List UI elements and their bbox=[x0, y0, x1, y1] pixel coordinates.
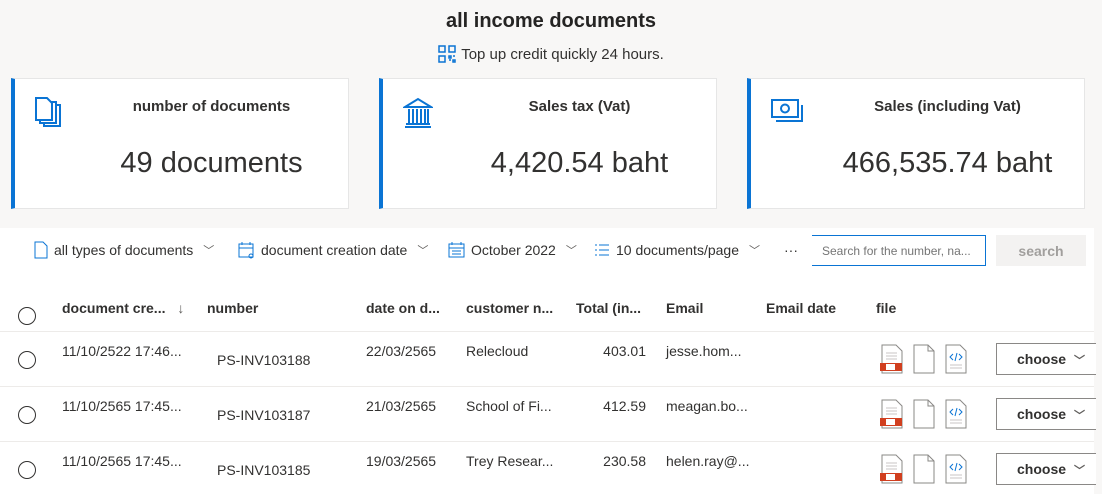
list-icon bbox=[595, 244, 609, 256]
page-size-label: 10 documents/page bbox=[616, 242, 739, 258]
cell-number[interactable]: PS-INV103185 bbox=[217, 462, 310, 478]
pdf-file-icon[interactable] bbox=[880, 454, 904, 484]
choose-label: choose bbox=[1017, 460, 1067, 477]
col-created[interactable]: document cre... ↓ bbox=[62, 300, 184, 316]
chevron-down-icon: ﹀ bbox=[1074, 354, 1086, 367]
row-select-radio[interactable] bbox=[18, 461, 36, 479]
xml-file-icon[interactable] bbox=[944, 399, 968, 429]
cell-date: 22/03/2565 bbox=[366, 343, 437, 359]
cell-email: jesse.hom... bbox=[666, 343, 742, 359]
cell-email: helen.ray@... bbox=[666, 453, 750, 469]
card-sales-total: Sales (including Vat) 466,535.74 baht bbox=[747, 78, 1085, 209]
doc-type-label: all types of documents bbox=[54, 242, 194, 258]
cell-date: 19/03/2565 bbox=[366, 453, 437, 469]
choose-action-dropdown[interactable]: choose ﹀ bbox=[996, 398, 1096, 430]
date-field-label: document creation date bbox=[261, 242, 408, 258]
chevron-down-icon: ﹀ bbox=[748, 245, 760, 257]
choose-label: choose bbox=[1017, 405, 1067, 422]
doc-type-filter[interactable]: all types of documents ﹀ bbox=[34, 240, 214, 260]
card-value: 466,535.74 baht bbox=[842, 147, 1053, 179]
cell-customer: Trey Resear... bbox=[466, 453, 554, 469]
choose-action-dropdown[interactable]: choose ﹀ bbox=[996, 343, 1096, 375]
chevron-down-icon: ﹀ bbox=[1074, 409, 1086, 422]
page-title: all income documents bbox=[445, 10, 657, 32]
chevron-down-icon: ﹀ bbox=[565, 245, 577, 257]
choose-action-dropdown[interactable]: choose ﹀ bbox=[996, 453, 1096, 485]
card-value: 49 documents bbox=[120, 147, 303, 179]
xml-file-icon[interactable] bbox=[944, 344, 968, 374]
cell-customer: School of Fi... bbox=[466, 398, 552, 414]
month-filter[interactable]: October 2022 ﹀ bbox=[448, 240, 577, 260]
choose-label: choose bbox=[1017, 350, 1067, 367]
col-email-date[interactable]: Email date bbox=[766, 300, 836, 316]
chevron-down-icon: ﹀ bbox=[417, 245, 429, 257]
col-total[interactable]: Total (in... bbox=[576, 300, 641, 316]
cell-total: 412.59 bbox=[603, 398, 646, 414]
pdf-file-icon[interactable] bbox=[880, 399, 904, 429]
card-label: Sales tax (Vat) bbox=[528, 98, 631, 115]
cell-created: 11/10/2565 17:45... bbox=[62, 398, 182, 414]
card-value: 4,420.54 baht bbox=[490, 147, 669, 179]
more-button[interactable]: ··· bbox=[784, 240, 798, 260]
select-all-radio[interactable] bbox=[18, 307, 36, 325]
chevron-down-icon: ﹀ bbox=[203, 245, 215, 257]
row-divider bbox=[0, 386, 1094, 387]
col-file: file bbox=[876, 300, 897, 316]
card-label: Sales (including Vat) bbox=[874, 98, 1021, 115]
chevron-down-icon: ﹀ bbox=[1074, 464, 1086, 477]
calendar-settings-icon bbox=[238, 242, 254, 259]
document-icon bbox=[34, 241, 48, 259]
topup-banner[interactable]: Top up credit quickly 24 hours. bbox=[0, 45, 1102, 63]
blank-file-icon[interactable] bbox=[912, 344, 936, 374]
search-input[interactable] bbox=[812, 235, 986, 266]
xml-file-icon[interactable] bbox=[944, 454, 968, 484]
col-number[interactable]: number bbox=[207, 300, 258, 316]
row-divider bbox=[0, 331, 1094, 332]
cell-total: 403.01 bbox=[603, 343, 646, 359]
date-field-filter[interactable]: document creation date ﹀ bbox=[238, 240, 428, 260]
cell-number[interactable]: PS-INV103187 bbox=[217, 407, 310, 423]
bank-icon bbox=[403, 97, 433, 128]
card-label: number of documents bbox=[132, 98, 291, 115]
calendar-icon bbox=[448, 242, 465, 258]
col-label: document cre... bbox=[62, 300, 166, 316]
blank-file-icon[interactable] bbox=[912, 399, 936, 429]
col-customer[interactable]: customer n... bbox=[466, 300, 553, 316]
cell-total: 230.58 bbox=[603, 453, 646, 469]
month-label: October 2022 bbox=[471, 242, 556, 258]
cell-number[interactable]: PS-INV103188 bbox=[217, 352, 310, 368]
card-sales-tax: Sales tax (Vat) 4,420.54 baht bbox=[379, 78, 717, 209]
col-email[interactable]: Email bbox=[666, 300, 703, 316]
cell-email: meagan.bo... bbox=[666, 398, 748, 414]
row-select-radio[interactable] bbox=[18, 406, 36, 424]
row-select-radio[interactable] bbox=[18, 351, 36, 369]
card-document-count: number of documents 49 documents bbox=[11, 78, 349, 209]
cell-created: 11/10/2565 17:45... bbox=[62, 453, 182, 469]
page-size-filter[interactable]: 10 documents/page ﹀ bbox=[594, 240, 760, 260]
topup-text: Top up credit quickly 24 hours. bbox=[461, 45, 664, 63]
blank-file-icon[interactable] bbox=[912, 454, 936, 484]
money-icon bbox=[771, 99, 803, 122]
cell-date: 21/03/2565 bbox=[366, 398, 437, 414]
cell-created: 11/10/2522 17:46... bbox=[62, 343, 182, 359]
qr-code-icon bbox=[438, 45, 456, 63]
sort-down-icon: ↓ bbox=[177, 300, 185, 316]
cell-customer: Relecloud bbox=[466, 343, 529, 359]
search-button[interactable]: search bbox=[996, 235, 1086, 266]
row-divider bbox=[0, 441, 1094, 442]
documents-icon bbox=[35, 97, 61, 127]
pdf-file-icon[interactable] bbox=[880, 344, 904, 374]
col-date[interactable]: date on d... bbox=[366, 300, 440, 316]
